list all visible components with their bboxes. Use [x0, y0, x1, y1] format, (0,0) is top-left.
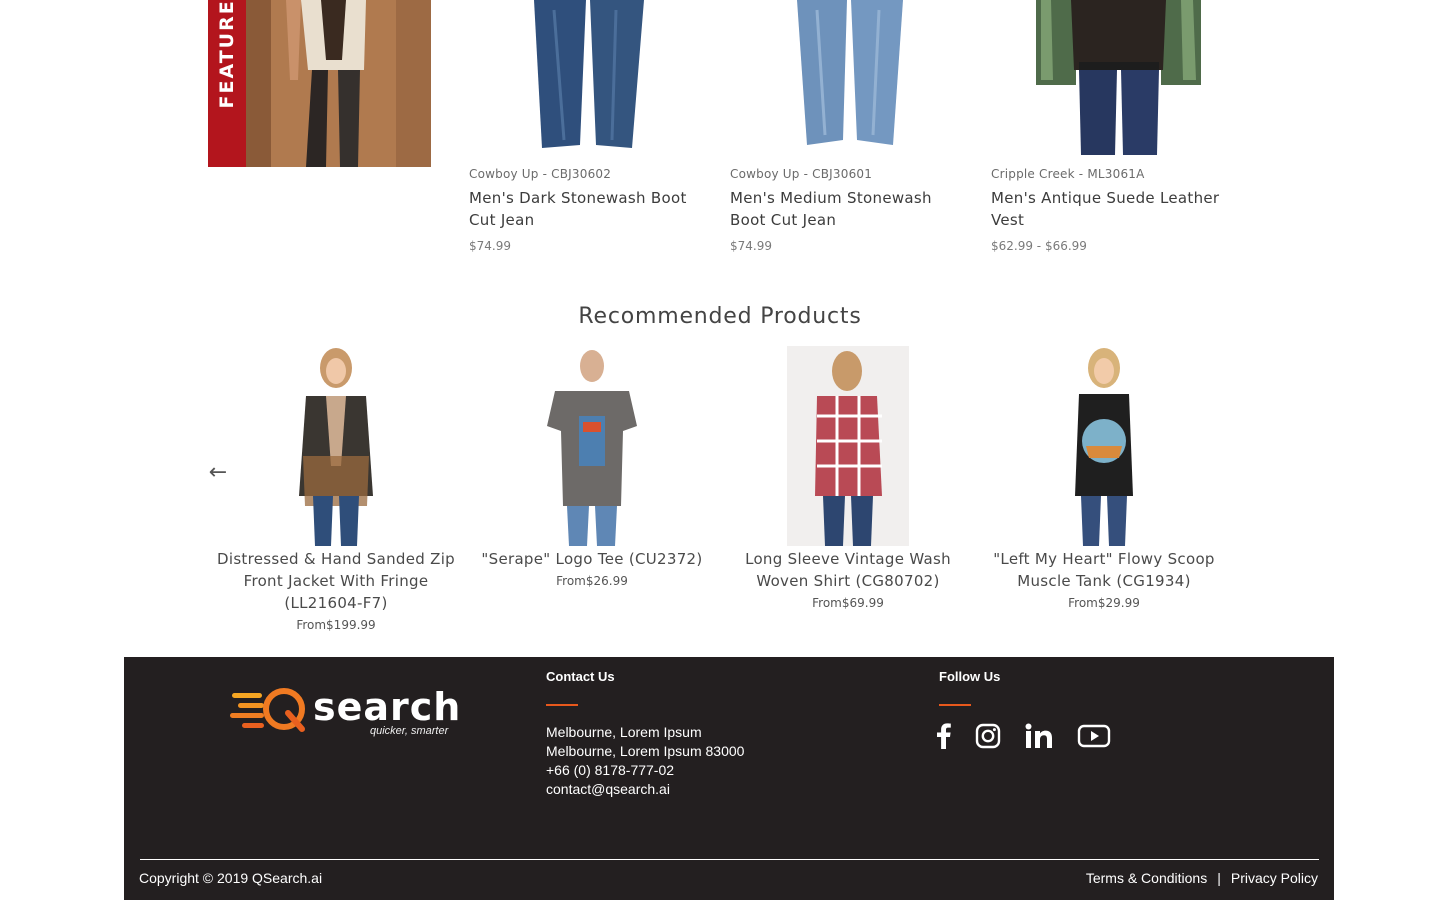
recommended-product-card[interactable]: "Serape" Logo Tee (CU2372) From$26.99	[464, 346, 720, 588]
product-brand-sku: Cripple Creek - ML3061A	[991, 167, 1145, 181]
contact-heading: Contact Us	[546, 669, 615, 684]
recommended-product-card[interactable]: "Left My Heart" Flowy Scoop Muscle Tank …	[976, 346, 1232, 610]
product-image[interactable]	[785, 0, 915, 155]
product-image[interactable]	[1049, 346, 1159, 546]
product-name-link[interactable]: "Left My Heart" Flowy Scoop Muscle Tank …	[976, 548, 1232, 592]
copyright-text: Copyright © 2019 QSearch.ai	[139, 870, 323, 886]
contact-email[interactable]: contact@qsearch.ai	[546, 781, 670, 797]
product-image[interactable]	[524, 0, 654, 155]
product-image[interactable]	[787, 346, 909, 546]
site-footer: search quicker, smarter Contact Us Melbo…	[124, 657, 1334, 900]
product-image[interactable]	[537, 346, 647, 546]
youtube-icon[interactable]	[1077, 723, 1111, 749]
footer-divider	[140, 859, 1319, 860]
contact-heading-divider	[546, 704, 578, 706]
legal-links: Terms & Conditions | Privacy Policy	[1086, 870, 1318, 886]
recommended-product-card[interactable]: Distressed & Hand Sanded Zip Front Jacke…	[208, 346, 464, 632]
featured-strip: FEATURED	[208, 0, 246, 167]
product-image[interactable]	[1031, 0, 1206, 155]
logo-wordmark: search	[313, 685, 462, 729]
legal-separator: |	[1217, 870, 1221, 886]
logo-mark-icon	[230, 688, 305, 732]
terms-link[interactable]: Terms & Conditions	[1086, 870, 1207, 886]
contact-phone[interactable]: +66 (0) 8178-777-02	[546, 762, 674, 778]
product-name-link[interactable]: Men's Dark Stonewash Boot Cut Jean	[469, 187, 709, 231]
product-image[interactable]	[281, 346, 391, 546]
recommended-title: Recommended Products	[578, 304, 862, 329]
instagram-icon[interactable]	[975, 723, 1001, 749]
product-price: $74.99	[469, 239, 511, 253]
product-name-link[interactable]: Long Sleeve Vintage Wash Woven Shirt (CG…	[720, 548, 976, 592]
featured-banner[interactable]: FEATURED	[208, 0, 431, 167]
product-name-link[interactable]: "Serape" Logo Tee (CU2372)	[464, 548, 720, 570]
product-name-link[interactable]: Distressed & Hand Sanded Zip Front Jacke…	[208, 548, 464, 614]
product-name-link[interactable]: Men's Medium Stonewash Boot Cut Jean	[730, 187, 970, 231]
logo-tagline: quicker, smarter	[370, 725, 449, 737]
product-price: $74.99	[730, 239, 772, 253]
product-price: $62.99 - $66.99	[991, 239, 1087, 253]
product-price: From$26.99	[556, 574, 628, 588]
follow-heading-divider	[939, 704, 971, 706]
contact-address-line: Melbourne, Lorem Ipsum 83000	[546, 743, 745, 759]
product-price: From$199.99	[296, 618, 376, 632]
product-brand-sku: Cowboy Up - CBJ30601	[730, 167, 873, 181]
privacy-link[interactable]: Privacy Policy	[1231, 870, 1318, 886]
recommended-product-card[interactable]: Long Sleeve Vintage Wash Woven Shirt (CG…	[720, 346, 976, 610]
follow-heading: Follow Us	[939, 669, 1001, 684]
linkedin-icon[interactable]	[1025, 723, 1053, 749]
contact-address-line: Melbourne, Lorem Ipsum	[546, 724, 702, 740]
product-brand-sku: Cowboy Up - CBJ30602	[469, 167, 612, 181]
product-price: From$29.99	[1068, 596, 1140, 610]
product-name-link[interactable]: Men's Antique Suede Leather Vest	[991, 187, 1231, 231]
facebook-icon[interactable]	[936, 723, 952, 749]
product-price: From$69.99	[812, 596, 884, 610]
qsearch-logo[interactable]: search quicker, smarter	[230, 685, 460, 743]
featured-label: FEATURED	[216, 0, 238, 109]
featured-model-image	[246, 0, 431, 167]
